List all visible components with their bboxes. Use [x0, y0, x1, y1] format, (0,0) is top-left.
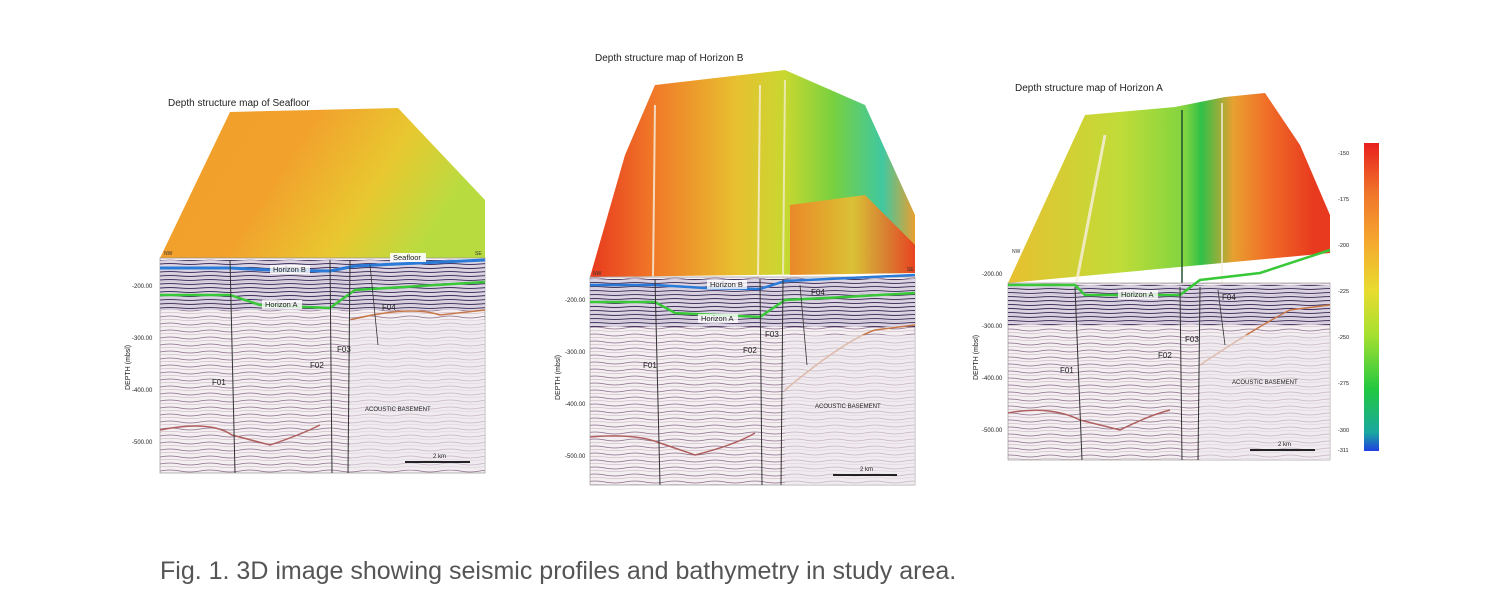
label-f01: F01 — [212, 378, 226, 387]
ytick-200: -200.00 — [982, 272, 1003, 278]
colorbar-tick: -300 — [1338, 428, 1349, 434]
colorbar-ramp — [1364, 143, 1379, 451]
corner-nw: NW — [1012, 249, 1021, 255]
label-f04: F04 — [811, 288, 825, 297]
label-f03: F03 — [1185, 335, 1199, 344]
ytick-200: -200.00 — [565, 298, 586, 304]
label-f01: F01 — [1060, 366, 1074, 375]
ytick-400: -400.00 — [132, 388, 153, 394]
horizon-a-surface — [1008, 93, 1330, 283]
basement-zone — [1200, 335, 1330, 460]
ylabel: DEPTH (mbsl) — [125, 345, 132, 390]
ylabel: DEPTH (mbsl) — [973, 335, 980, 380]
scale-label: 2 km — [1278, 442, 1291, 448]
panel-horizon-a-title: Depth structure map of Horizon A — [1015, 83, 1163, 94]
panel-horizon-b-title: Depth structure map of Horizon B — [595, 53, 744, 64]
seismic-upper-reflectors — [1008, 285, 1330, 325]
label-seafloor: Seafloor — [393, 253, 421, 262]
label-f04: F04 — [1222, 293, 1236, 302]
corner-se: SE — [475, 251, 482, 257]
colorbar-tick: -275 — [1338, 381, 1349, 387]
label-horizon-a: Horizon A — [1121, 290, 1154, 299]
ytick-400: -400.00 — [982, 376, 1003, 382]
scale-label: 2 km — [860, 467, 873, 473]
panel-seafloor: Depth structure map of Seafloor NW SE Ho… — [120, 90, 500, 485]
seafloor-surface — [160, 108, 485, 258]
ytick-300: -300.00 — [132, 336, 153, 342]
label-horizon-b: Horizon B — [710, 280, 743, 289]
label-f03: F03 — [337, 345, 351, 354]
basement-zone — [785, 335, 915, 485]
ytick-400: -400.00 — [565, 402, 586, 408]
scale-label: 2 km — [433, 454, 446, 460]
label-basement: ACOUSTIC BASEMENT — [815, 404, 881, 410]
colorbar-ticks: -150 -175 -200 -225 -250 -275 -300 -311 — [1338, 151, 1349, 454]
panel-horizon-b-figure: Depth structure map of Horizon B NW SE H… — [555, 53, 916, 486]
label-f01: F01 — [643, 361, 657, 370]
colorbar-tick: -200 — [1338, 243, 1349, 249]
ytick-200: -200.00 — [132, 284, 153, 290]
corner-se: SE — [907, 267, 914, 273]
label-f02: F02 — [1158, 351, 1172, 360]
ytick-500: -500.00 — [565, 454, 586, 460]
ytick-300: -300.00 — [565, 350, 586, 356]
ytick-500: -500.00 — [132, 440, 153, 446]
colorbar-tick: -150 — [1338, 151, 1349, 157]
panel-horizon-a-figure: Depth structure map of Horizon A NW Hori… — [973, 83, 1331, 461]
panel-seafloor-title: Depth structure map of Seafloor — [168, 98, 310, 109]
figure-caption: Fig. 1. 3D image showing seismic profile… — [160, 557, 957, 585]
label-horizon-a: Horizon A — [265, 300, 298, 309]
colorbar-tick: -175 — [1338, 197, 1349, 203]
panel-horizon-a: Depth structure map of Horizon A NW Hori… — [960, 75, 1345, 470]
corner-nw: NW — [593, 271, 602, 277]
label-f02: F02 — [743, 346, 757, 355]
label-f02: F02 — [310, 361, 324, 370]
colorbar: -150 -175 -200 -225 -250 -275 -300 -311 — [1338, 140, 1388, 460]
label-basement: ACOUSTIC BASEMENT — [365, 407, 431, 413]
label-f03: F03 — [765, 330, 779, 339]
ytick-300: -300.00 — [982, 324, 1003, 330]
ylabel: DEPTH (mbsl) — [555, 355, 562, 400]
colorbar-tick: -311 — [1338, 448, 1349, 454]
basement-zone — [350, 320, 485, 470]
colorbar-tick: -225 — [1338, 289, 1349, 295]
panel-horizon-b: Depth structure map of Horizon B NW SE H… — [545, 45, 925, 490]
colorbar-tick: -250 — [1338, 335, 1349, 341]
colorbar-figure: -150 -175 -200 -225 -250 -275 -300 -311 — [1338, 143, 1379, 454]
ytick-500: -500.00 — [982, 428, 1003, 434]
label-f04: F04 — [382, 303, 396, 312]
label-horizon-a: Horizon A — [701, 314, 734, 323]
label-horizon-b: Horizon B — [273, 265, 306, 274]
panel-seafloor-figure: Depth structure map of Seafloor NW SE Ho… — [125, 98, 486, 474]
label-basement: ACOUSTIC BASEMENT — [1232, 380, 1298, 386]
corner-nw: NW — [164, 251, 173, 257]
